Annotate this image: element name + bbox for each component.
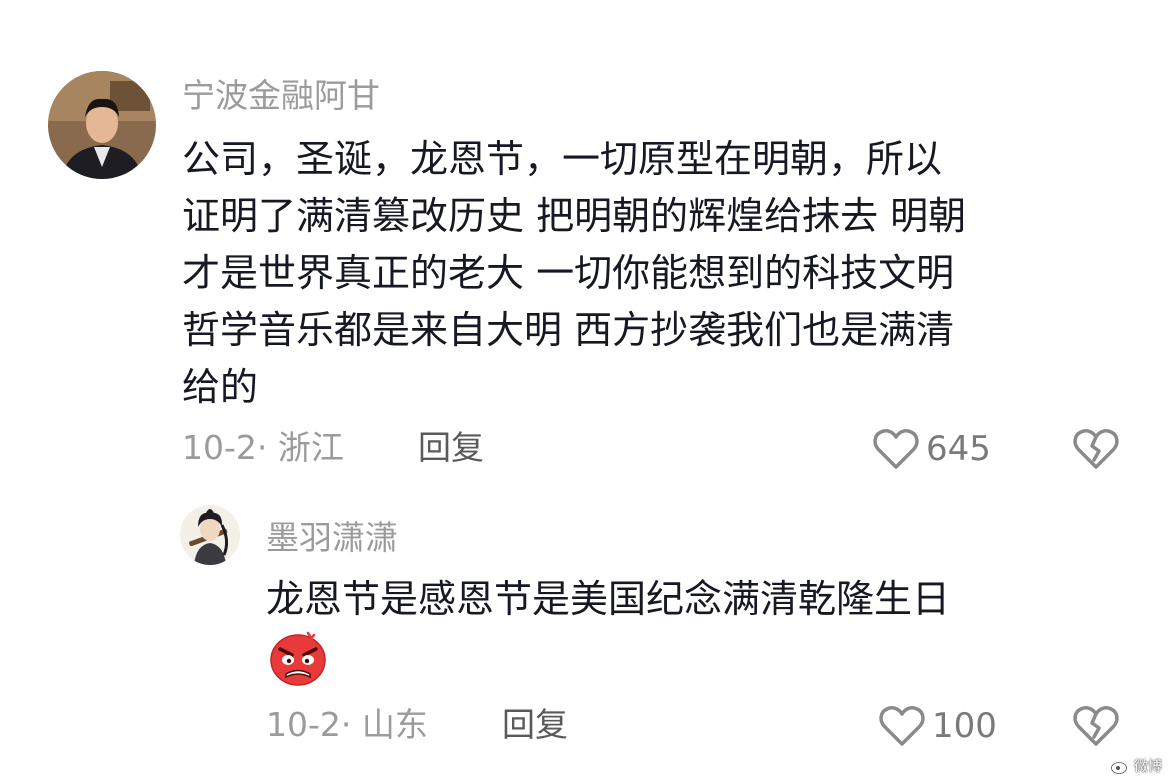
comment-text: 公司，圣诞，龙恩节，一切原型在明朝，所以 证明了满清篡改历史 把明朝的辉煌给抹去… xyxy=(182,131,1142,416)
comment-line: 公司，圣诞，龙恩节，一切原型在明朝，所以 xyxy=(182,137,943,181)
heart-outline-icon xyxy=(879,706,925,746)
reply-like-button[interactable]: 100 xyxy=(878,702,997,750)
comment-dislike-button[interactable] xyxy=(1072,427,1120,471)
comment-like-button[interactable]: 645 xyxy=(872,425,991,473)
replier-username[interactable]: 墨羽潇潇 xyxy=(266,518,398,558)
comment-reply-button[interactable]: 回复 xyxy=(418,428,484,468)
broken-heart-icon xyxy=(1073,429,1119,469)
weibo-icon xyxy=(1111,759,1129,774)
comment-line: 哲学音乐都是来自大明 西方抄袭我们也是满清 xyxy=(182,308,955,352)
commenter-username[interactable]: 宁波金融阿甘 xyxy=(182,76,380,116)
anime-character-avatar-icon xyxy=(180,505,240,565)
commenter-avatar[interactable] xyxy=(48,71,156,179)
comment-line: 证明了满清篡改历史 把明朝的辉煌给抹去 明朝 xyxy=(182,194,967,238)
broken-heart-icon xyxy=(1073,706,1119,746)
comment-date-location: 10-2· 浙江 xyxy=(182,428,344,467)
reply-reply-button[interactable]: 回复 xyxy=(502,705,568,745)
weibo-watermark: 微博 xyxy=(1111,756,1162,776)
angry-face-emoji xyxy=(268,631,328,691)
watermark-text: 微博 xyxy=(1134,759,1162,775)
comment-line: 才是世界真正的老大 一切你能想到的科技文明 xyxy=(182,251,955,295)
heart-outline-icon xyxy=(873,429,919,469)
reply-date-location: 10-2· 山东 xyxy=(266,705,428,744)
comment-line: 给的 xyxy=(182,365,259,409)
reply-like-count: 100 xyxy=(932,706,997,746)
replier-avatar[interactable] xyxy=(180,505,240,565)
reply-text: 龙恩节是感恩节是美国纪念满清乾隆生日 xyxy=(266,577,951,621)
reply-dislike-button[interactable] xyxy=(1072,704,1120,748)
comment-like-count: 645 xyxy=(926,429,991,469)
user-avatar-icon xyxy=(48,71,156,179)
